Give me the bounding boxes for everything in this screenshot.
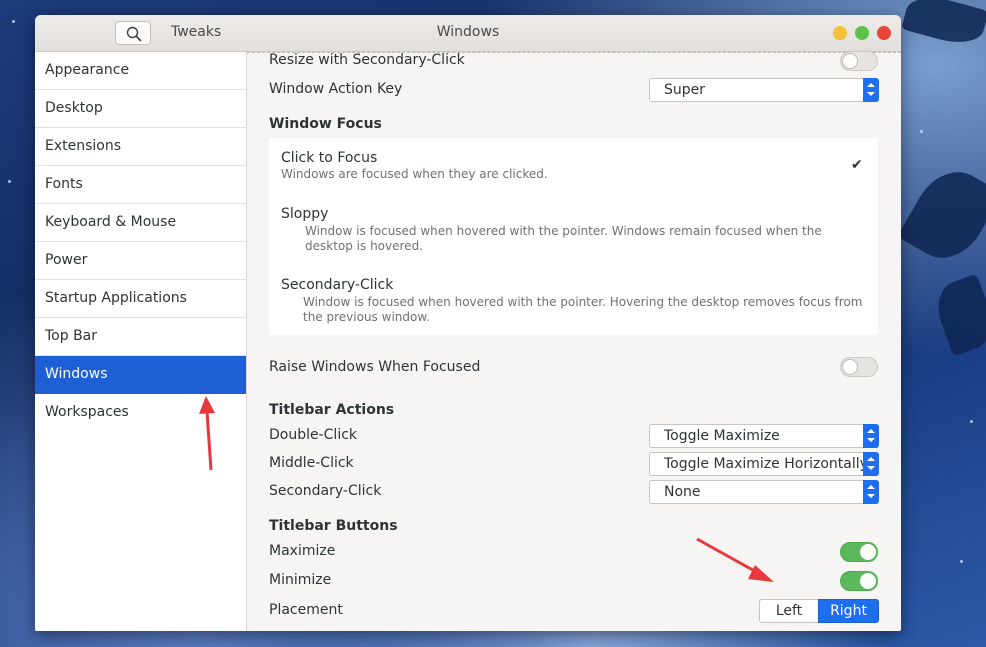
tweaks-window: Tweaks Windows Appearance Desktop Extens… [35,15,901,631]
double-click-label: Double-Click [269,427,358,443]
middle-click-select[interactable]: Toggle Maximize Horizontally [649,452,879,476]
background-star [970,420,973,423]
window-action-key-select[interactable]: Super [649,78,879,102]
focus-option-title: Sloppy [281,206,329,222]
sidebar-item-power[interactable]: Power [35,242,246,280]
app-title: Tweaks [171,24,222,40]
sidebar-item-extensions[interactable]: Extensions [35,128,246,166]
maximize-label: Maximize [269,543,336,559]
secondary-click-label: Secondary-Click [269,483,382,499]
focus-option-title: Secondary-Click [281,277,394,293]
sidebar-item-desktop[interactable]: Desktop [35,90,246,128]
window-focus-list: Click to Focus Windows are focused when … [269,138,878,335]
sidebar: Appearance Desktop Extensions Fonts Keyb… [35,52,247,631]
maximize-toggle[interactable] [840,542,878,562]
search-icon [126,26,142,42]
focus-option-desc: Windows are focused when they are clicke… [281,167,548,181]
secondary-click-select[interactable]: None [649,480,879,504]
window-focus-heading: Window Focus [269,116,382,132]
raise-when-focused-toggle[interactable] [840,357,878,377]
background-leaf [901,0,986,50]
titlebar-buttons-heading: Titlebar Buttons [269,518,398,534]
sidebar-item-windows[interactable]: Windows [35,356,246,394]
resize-secondary-label: Resize with Secondary-Click [269,52,465,68]
double-click-value: Toggle Maximize [664,428,780,444]
focus-option-secondary-click[interactable]: Secondary-Click Window is focused when h… [269,265,878,335]
sidebar-item-fonts[interactable]: Fonts [35,166,246,204]
focus-option-desc: Window is focused when hovered with the … [305,224,822,253]
secondary-click-value: None [664,484,701,500]
minimize-label: Minimize [269,572,332,588]
titlebar: Tweaks Windows [35,15,901,52]
window-action-key-value: Super [664,82,706,98]
check-icon: ✔ [851,157,863,173]
window-action-key-label: Window Action Key [269,81,403,97]
panel-title: Windows [436,24,500,40]
sidebar-item-keyboard-mouse[interactable]: Keyboard & Mouse [35,204,246,242]
chevron-updown-icon [863,480,879,504]
chevron-updown-icon [863,452,879,476]
placement-label: Placement [269,602,343,618]
raise-when-focused-label: Raise Windows When Focused [269,359,481,375]
maximize-window-button[interactable] [855,26,869,40]
focus-option-click-to-focus[interactable]: Click to Focus Windows are focused when … [269,138,878,194]
background-star [960,560,963,563]
background-star [8,180,11,183]
middle-click-label: Middle-Click [269,455,354,471]
sidebar-item-workspaces[interactable]: Workspaces [35,394,246,431]
minimize-toggle[interactable] [840,571,878,591]
placement-left-button[interactable]: Left [759,599,819,623]
search-button[interactable] [115,21,151,45]
focus-option-desc: Window is focused when hovered with the … [303,295,863,324]
focus-option-title: Click to Focus [281,150,378,166]
chevron-updown-icon [863,424,879,448]
double-click-select[interactable]: Toggle Maximize [649,424,879,448]
background-star [920,130,923,133]
sidebar-item-top-bar[interactable]: Top Bar [35,318,246,356]
chevron-updown-icon [863,78,879,102]
minimize-window-button[interactable] [833,26,847,40]
sidebar-item-startup-applications[interactable]: Startup Applications [35,280,246,318]
background-leaf [929,273,986,357]
settings-panel: Resize with Secondary-Click Window Actio… [247,52,901,631]
background-star [12,20,15,23]
placement-right-button[interactable]: Right [818,599,879,623]
resize-secondary-toggle[interactable] [840,52,878,71]
titlebar-actions-heading: Titlebar Actions [269,402,395,418]
sidebar-item-appearance[interactable]: Appearance [35,52,246,90]
close-window-button[interactable] [877,26,891,40]
background-leaf [897,158,986,272]
middle-click-value: Toggle Maximize Horizontally [664,456,868,472]
focus-option-sloppy[interactable]: Sloppy Window is focused when hovered wi… [269,194,878,264]
